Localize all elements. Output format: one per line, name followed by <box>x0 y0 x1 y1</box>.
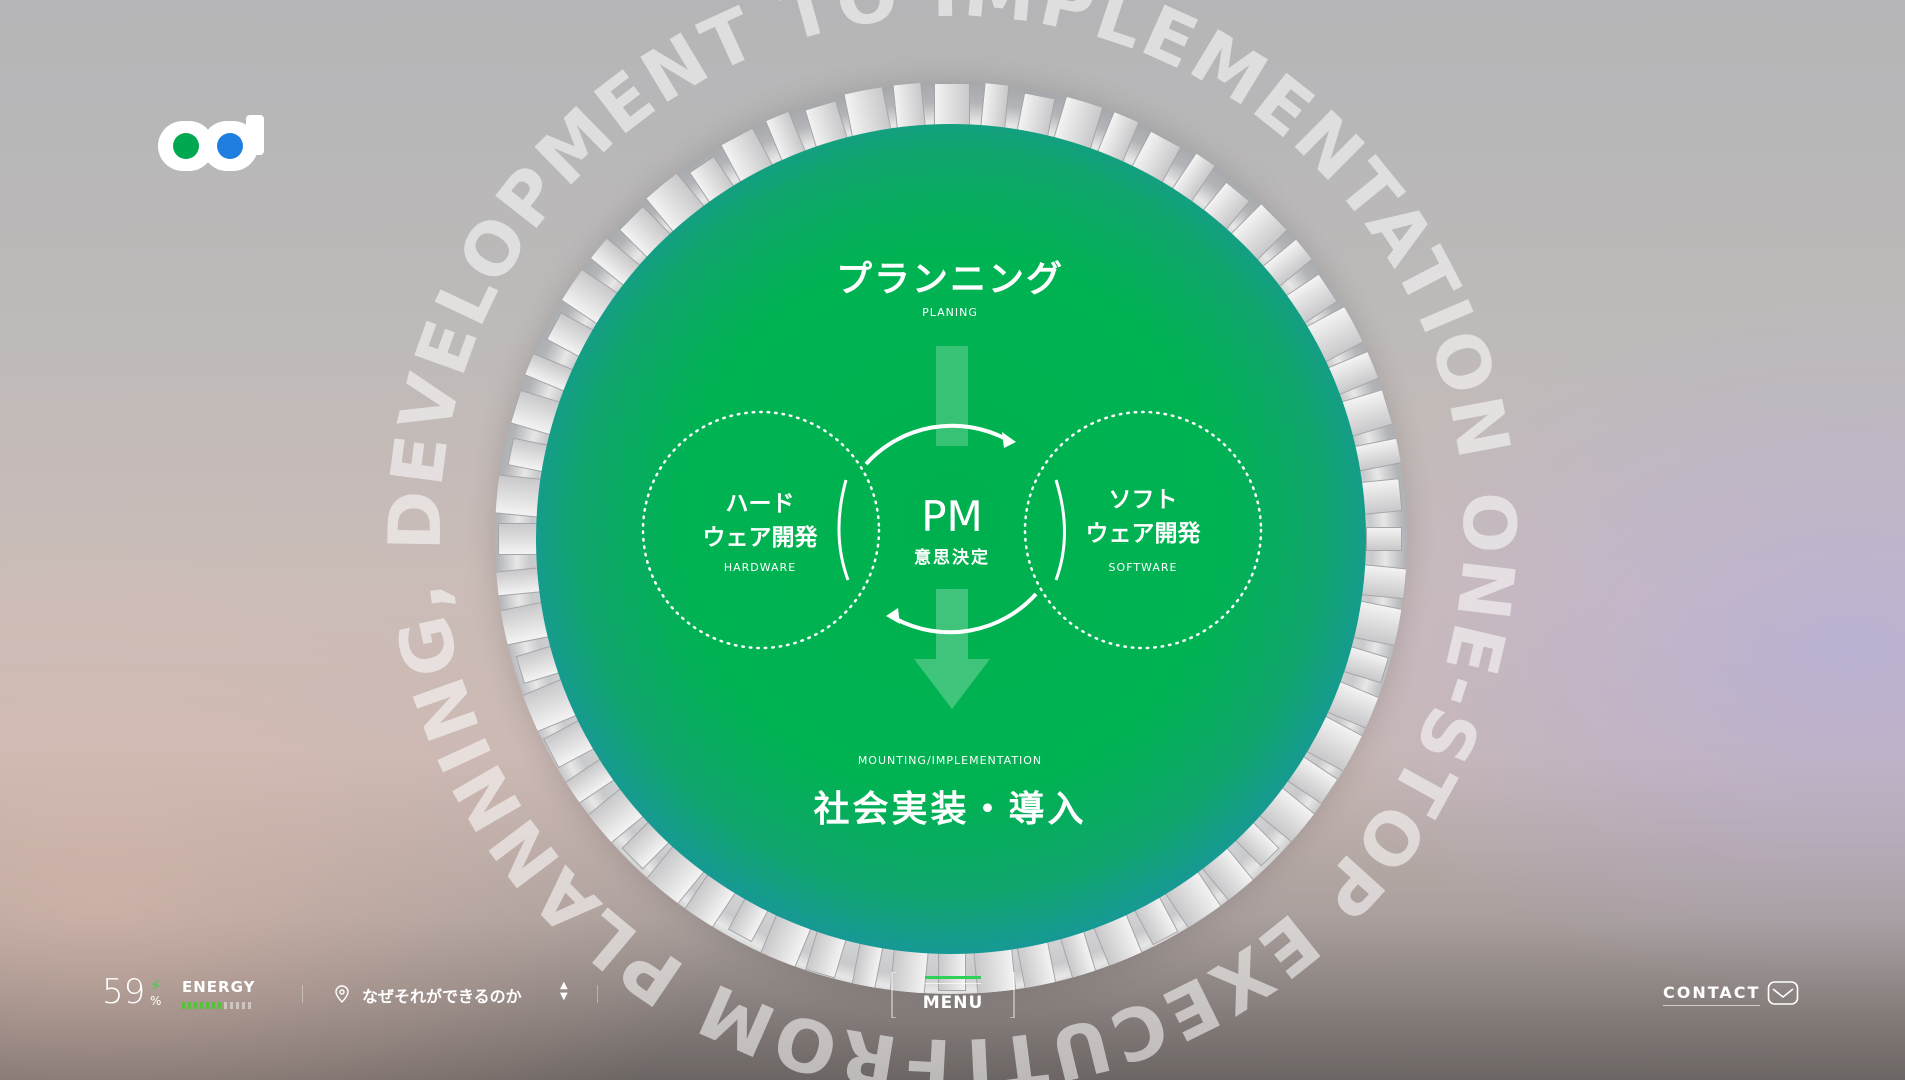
implementation-subtitle: MOUNTING/IMPLEMENTATION <box>857 754 1043 767</box>
energy-value: 59 <box>102 972 146 1012</box>
planning-subtitle: PLANING <box>922 306 978 319</box>
down-arrow-head <box>914 659 990 709</box>
hardware-title-line1: ハード <box>725 491 795 517</box>
planning-title: プランニング <box>835 259 1064 300</box>
footer-divider <box>597 985 598 1003</box>
energy-bar <box>224 1002 227 1009</box>
energy-bar <box>218 1002 221 1009</box>
energy-bar <box>248 1002 251 1009</box>
energy-bar <box>230 1002 233 1009</box>
energy-bar <box>188 1002 191 1009</box>
down-arrow-shaft-bottom <box>936 589 968 659</box>
building-decoration <box>1366 527 1402 551</box>
mail-icon[interactable] <box>1767 980 1799 1006</box>
footer-divider <box>302 985 303 1003</box>
energy-bar <box>212 1002 215 1009</box>
energy-meter <box>182 1002 251 1009</box>
menu-indicator <box>925 976 981 979</box>
energy-unit: % <box>150 994 162 1008</box>
energy-bar <box>182 1002 185 1009</box>
software-title: ソフト ウェア開発 <box>1063 483 1223 551</box>
up-down-arrows-icon[interactable]: ▲ ▼ <box>560 980 568 1002</box>
energy-bar <box>206 1002 209 1009</box>
hardware-subtitle: HARDWARE <box>723 561 797 574</box>
implementation-title: 社会実装・導入 <box>813 789 1087 830</box>
bolt-icon: ⚡ <box>150 976 162 995</box>
hardware-title: ハード ウェア開発 <box>680 487 840 555</box>
hardware-title-line2: ウェア開発 <box>702 525 818 551</box>
software-title-line2: ウェア開発 <box>1085 521 1201 547</box>
contact-link[interactable]: CONTACT <box>1663 983 1761 1006</box>
software-subtitle: SOFTWARE <box>1108 561 1178 574</box>
section-selector[interactable]: なぜそれができるのか <box>362 983 522 1007</box>
energy-bar <box>200 1002 203 1009</box>
energy-bar <box>236 1002 239 1009</box>
building-decoration <box>1360 478 1403 515</box>
location-pin-icon <box>335 985 349 1003</box>
software-title-line1: ソフト <box>1108 487 1178 513</box>
brand-logo[interactable] <box>158 115 264 177</box>
energy-bar <box>194 1002 197 1009</box>
energy-bar <box>242 1002 245 1009</box>
menu-indicator-line <box>925 983 981 984</box>
pm-title: PM <box>921 492 983 541</box>
energy-label: ENERGY <box>182 978 256 996</box>
menu-label[interactable]: MENU <box>888 993 1018 1013</box>
pm-subtitle: 意思決定 <box>914 548 990 568</box>
down-arrow-shaft-top <box>936 346 968 446</box>
